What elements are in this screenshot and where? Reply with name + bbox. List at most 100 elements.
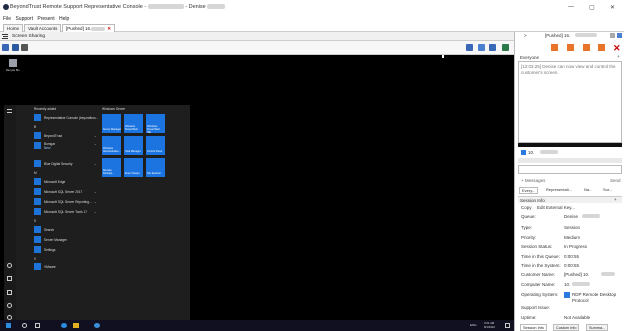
close-tab-icon[interactable]: ✕ [107, 26, 111, 31]
redacted-text [147, 4, 184, 10]
scale-icon[interactable] [478, 44, 485, 51]
menu-file[interactable]: File [3, 16, 11, 22]
transfer-icon[interactable] [551, 44, 558, 51]
letter-heading[interactable]: M [34, 171, 37, 175]
windows-server-heading: Windows Server [102, 107, 126, 111]
pin-icon[interactable] [610, 33, 615, 38]
tab-session-info[interactable]: Session Info [520, 324, 547, 331]
menu-help[interactable]: Help [59, 16, 69, 22]
edit-external-key-button[interactable]: Edit External Key... [537, 205, 575, 210]
tile-task-manager[interactable]: Task Manager [124, 136, 143, 155]
task-view-icon[interactable] [35, 323, 40, 328]
start-menu-rail [4, 105, 16, 322]
app-list-item[interactable]: Blue Digital Security [44, 162, 73, 166]
queue-value: Denise [564, 214, 579, 219]
chevron-down-icon[interactable]: ⌄ [94, 200, 97, 204]
tile-control-panel[interactable]: Control Panel [146, 136, 165, 155]
rep-console-taskbar-icon[interactable] [94, 323, 100, 328]
messages-toggle[interactable]: + Messages [521, 178, 545, 183]
user-icon[interactable] [7, 263, 12, 268]
display-icon[interactable] [2, 44, 9, 51]
file-explorer-icon[interactable] [73, 323, 79, 328]
field-label: Uptime: [521, 315, 537, 320]
add-icon[interactable]: + [614, 197, 617, 202]
participant-row [518, 158, 622, 163]
view-mode-icon[interactable] [466, 44, 473, 51]
monitor-select-icon[interactable] [489, 44, 496, 51]
app-list-item[interactable]: Search [44, 228, 54, 232]
time-in-queue-value: 0:00:55 [564, 254, 580, 259]
info-icon[interactable] [617, 33, 622, 38]
chevron-down-icon[interactable]: ⌄ [94, 190, 97, 194]
maximize-button[interactable]: ▢ [589, 4, 595, 11]
chevron-down-icon[interactable]: ⌄ [94, 162, 97, 166]
tile-event-viewer[interactable]: Event Viewer [124, 158, 143, 177]
tab-home[interactable]: Home [3, 24, 24, 32]
recycle-bin-icon[interactable] [9, 59, 17, 67]
chevron-down-icon[interactable]: ⌄ [94, 134, 97, 138]
fullscreen-icon[interactable] [502, 44, 509, 51]
chevron-down-icon[interactable]: ⌄ [94, 142, 97, 146]
expand-panel-icon[interactable]: > [524, 33, 527, 38]
settings-icon[interactable] [7, 303, 12, 308]
tile-file-explorer[interactable]: File Explorer [146, 158, 165, 177]
app-list-item[interactable]: Microsoft Edge [44, 180, 65, 184]
minimize-button[interactable]: — [568, 4, 574, 10]
windows-start-icon[interactable] [6, 323, 11, 328]
add-chat-icon[interactable]: + [617, 54, 620, 59]
menu-present[interactable]: Present [37, 16, 54, 22]
tab-vault-accounts[interactable]: Vault Accounts [24, 24, 62, 32]
letter-heading[interactable]: S [34, 219, 36, 223]
app-list-item[interactable]: VMware [44, 265, 56, 269]
end-session-icon[interactable]: ✕ [613, 43, 621, 54]
language-indicator[interactable]: ENG [470, 323, 477, 327]
tab-summary[interactable]: Summa... [586, 324, 609, 331]
tile-server-manager[interactable]: Server Manager [102, 114, 121, 133]
tab-custom-info[interactable]: Custom Info [553, 324, 580, 331]
edge-taskbar-icon[interactable] [61, 323, 67, 328]
mouse-cursor-icon [442, 55, 444, 58]
pictures-icon[interactable] [7, 290, 12, 295]
hold-icon[interactable] [598, 44, 605, 51]
expand-icon[interactable] [7, 109, 12, 113]
search-icon[interactable] [22, 323, 27, 328]
tile-powershell[interactable]: Windows PowerShell [124, 114, 143, 133]
participant-icon [521, 150, 526, 155]
share-icon[interactable] [583, 44, 590, 51]
app-list-item[interactable]: Microsoft SQL Server Tools 17 [44, 210, 87, 214]
server-manager-icon [34, 236, 41, 243]
tile-admin-tools[interactable]: Windows Administrative... [102, 136, 121, 155]
app-list-item[interactable]: Microsoft SQL Server Reporting... [44, 200, 92, 204]
app-list-item[interactable]: Microsoft SQL Server 2017 [44, 190, 82, 194]
field-label: Customer Name: [521, 272, 556, 277]
filter-representatives[interactable]: Representati... [546, 187, 572, 192]
window-title: BeyondTrust Remote Support Representativ… [10, 4, 226, 10]
documents-icon[interactable] [7, 276, 12, 281]
app-list-item[interactable]: BeyondTrust [44, 134, 62, 138]
chat-log[interactable]: [12:03:25] Denise can now view and contr… [518, 61, 622, 143]
multi-monitor-icon[interactable] [12, 44, 19, 51]
copy-button[interactable]: Copy [521, 205, 532, 210]
tile-remote-desktop[interactable]: Remote Desktop... [102, 158, 121, 177]
close-window-button[interactable]: ✕ [610, 4, 615, 11]
app-list-item[interactable]: Representative Console (beyondtrus... [44, 116, 98, 120]
hamburger-line [3, 36, 8, 37]
chat-everyone-label: Everyone [520, 55, 540, 60]
app-list-item[interactable]: Settings [44, 248, 56, 252]
notifications-icon[interactable] [505, 323, 510, 328]
invite-icon[interactable] [567, 44, 574, 51]
chevron-down-icon[interactable]: ⌄ [94, 210, 97, 214]
filter-name[interactable]: Na... [584, 187, 592, 192]
send-button[interactable]: Send [610, 178, 621, 183]
special-actions-icon[interactable] [21, 44, 28, 51]
tile-powershell-ise[interactable]: Windows PowerShell ISE [146, 114, 165, 134]
filter-survey[interactable]: Sur... [603, 187, 612, 192]
filter-everyone[interactable]: Every... [519, 187, 539, 194]
letter-heading[interactable]: B [34, 125, 36, 129]
letter-heading[interactable]: V [34, 257, 36, 261]
chat-input[interactable] [518, 165, 622, 174]
tab-pushed-session[interactable]: [Pushed] 16. ✕ [62, 24, 116, 32]
taskbar-date[interactable]: 8/1/2022 [484, 325, 495, 329]
app-list-item[interactable]: Server Manager [44, 238, 67, 242]
menu-support[interactable]: Support [15, 16, 33, 22]
